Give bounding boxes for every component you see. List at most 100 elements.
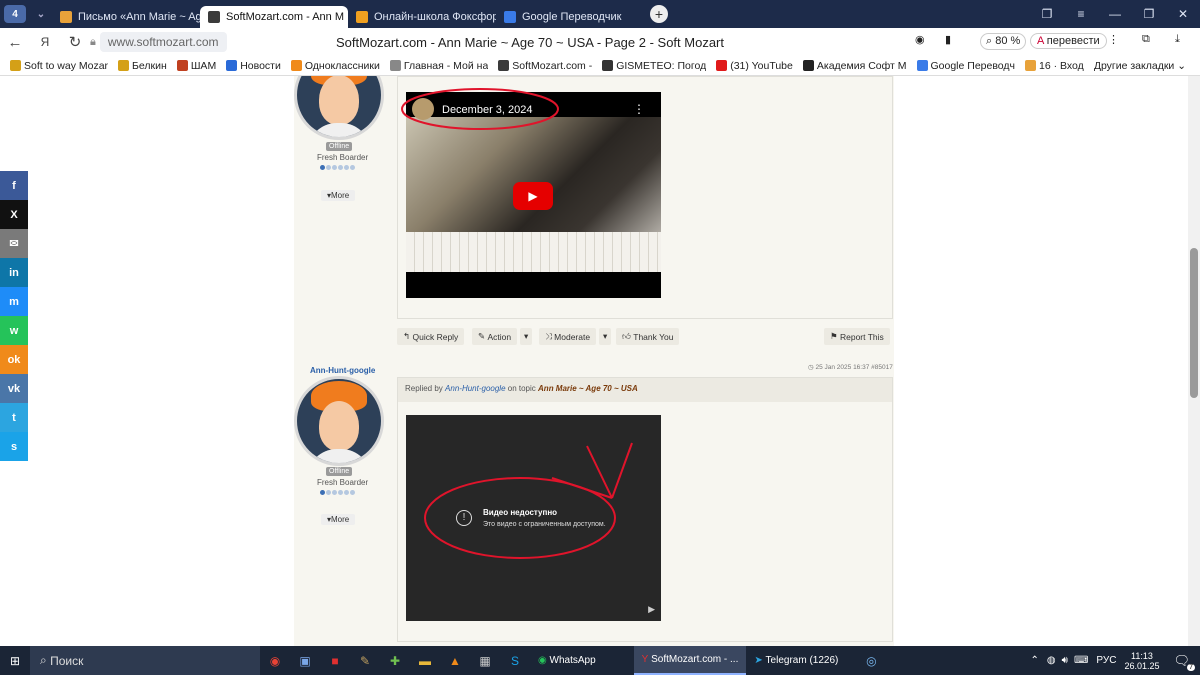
minimize-icon[interactable]: — bbox=[1098, 7, 1132, 21]
language-indicator[interactable]: РУС bbox=[1096, 655, 1116, 666]
network-icon[interactable]: ◍ bbox=[1047, 655, 1056, 666]
skype-icon[interactable]: S bbox=[500, 650, 530, 672]
bookmark-item[interactable]: Главная - Мой на bbox=[389, 60, 488, 72]
reply-author-link[interactable]: Ann-Hunt-google bbox=[445, 384, 505, 393]
zoom-indicator[interactable]: ⌕ 80 % bbox=[980, 33, 1027, 50]
moderate-dropdown-icon[interactable]: ▾ bbox=[599, 328, 612, 345]
sidebar-icon[interactable]: ⧉ bbox=[1142, 33, 1150, 46]
thank-you-button[interactable]: 👍︎ Thank You bbox=[616, 328, 680, 345]
bookmark-item[interactable]: ШАМ bbox=[176, 60, 216, 72]
other-bookmarks[interactable]: Другие закладки ⌄ bbox=[1094, 60, 1186, 72]
vlc-icon[interactable]: ▲ bbox=[440, 650, 470, 672]
more-label: More bbox=[331, 515, 350, 524]
post-author[interactable]: Ann-Hunt-google bbox=[310, 366, 375, 375]
clock[interactable]: 11:13 26.01.25 bbox=[1124, 651, 1159, 671]
app-tools-icon[interactable]: ✎ bbox=[350, 650, 380, 672]
quick-reply-label: Quick Reply bbox=[412, 331, 459, 342]
telegram-label: Telegram (1226) bbox=[765, 655, 839, 666]
tab-count-badge[interactable]: 4 bbox=[4, 5, 26, 23]
collections-icon[interactable]: ❐ bbox=[1030, 7, 1064, 21]
menu-icon[interactable]: ≡ bbox=[1064, 7, 1098, 21]
more-icon[interactable]: ⋮ bbox=[1108, 33, 1119, 46]
user-rank: Fresh Boarder bbox=[317, 153, 369, 162]
whatsapp-label: WhatsApp bbox=[549, 655, 596, 666]
bookmark-item[interactable]: 16 · Вход bbox=[1025, 60, 1084, 72]
facebook-icon[interactable]: f bbox=[0, 171, 28, 200]
youtube-icon[interactable]: ▶ bbox=[648, 604, 655, 615]
app-red-icon[interactable]: ■ bbox=[320, 650, 350, 672]
chrome-icon[interactable]: ◉ bbox=[260, 650, 290, 672]
volume-icon[interactable]: 🔊︎ bbox=[1062, 655, 1068, 666]
yandex-icon[interactable]: Я bbox=[30, 35, 60, 49]
bookmark-item[interactable]: Академия Софт М bbox=[802, 60, 907, 72]
save-icon[interactable]: ▣ bbox=[290, 650, 320, 672]
folder-icon[interactable]: ▬ bbox=[410, 650, 440, 672]
bookmark-item[interactable]: GISMETEO: Погод bbox=[602, 60, 706, 72]
bookmark-item[interactable]: Soft to way Mozar bbox=[10, 60, 108, 72]
more-button[interactable]: ▾More bbox=[321, 514, 356, 525]
vk-icon[interactable]: vk bbox=[0, 374, 28, 403]
tab-google-translate[interactable]: Google Переводчик bbox=[496, 6, 644, 28]
bookmark-item[interactable]: (31) YouTube bbox=[716, 60, 793, 72]
tab-foxford[interactable]: Онлайн-школа Фоксфорд bbox=[348, 6, 496, 28]
messenger-icon[interactable]: m bbox=[0, 287, 28, 316]
taskbar-search[interactable]: ⌕ Поиск bbox=[30, 646, 260, 675]
taskbar-browser[interactable]: Y SoftMozart.com - ... bbox=[633, 646, 747, 675]
window-close-icon[interactable]: ✕ bbox=[1166, 7, 1200, 21]
bookmark-item[interactable]: Белкин bbox=[118, 60, 167, 72]
translate-button[interactable]: A перевести bbox=[1030, 33, 1107, 49]
bookmark-label: 16 · Вход bbox=[1039, 59, 1084, 72]
new-tab-icon[interactable]: + bbox=[650, 5, 668, 23]
telegram-icon: ➤ bbox=[754, 655, 763, 666]
bookmark-item[interactable]: Google Переводч bbox=[916, 60, 1015, 72]
url-field[interactable]: www.softmozart.com bbox=[99, 32, 227, 52]
play-icon[interactable]: ▶ bbox=[513, 182, 553, 210]
search-label: Поиск bbox=[50, 653, 84, 668]
topic-link[interactable]: Ann Marie ~ Age 70 ~ USA bbox=[538, 384, 638, 393]
skype-icon[interactable]: s bbox=[0, 432, 28, 461]
bookmark-label: Одноклассники bbox=[304, 59, 380, 72]
taskbar-whatsapp[interactable]: ◉ WhatsApp bbox=[530, 646, 604, 675]
scrollbar-thumb[interactable] bbox=[1190, 248, 1198, 398]
x-icon[interactable]: X bbox=[0, 200, 28, 229]
taskbar-telegram[interactable]: ➤ Telegram (1226) bbox=[746, 646, 846, 675]
extension-icon[interactable]: ◉ bbox=[915, 33, 925, 46]
tab-list-chevron-icon[interactable]: ⌄ bbox=[30, 5, 52, 23]
quick-reply-button[interactable]: ↰ Quick Reply bbox=[397, 328, 465, 345]
more-button[interactable]: ▾More bbox=[321, 190, 356, 201]
windows-start-icon[interactable]: ⊞ bbox=[0, 650, 30, 672]
restore-icon[interactable]: ❐ bbox=[1132, 7, 1166, 21]
video-menu-icon[interactable]: ⋮ bbox=[633, 102, 645, 116]
tray-chevron-icon[interactable]: ⌃ bbox=[1031, 655, 1039, 666]
action-button[interactable]: ✎ Action bbox=[472, 328, 518, 345]
bookmark-item[interactable]: Новости bbox=[226, 60, 281, 72]
bookmark-label: Soft to way Mozar bbox=[24, 59, 109, 72]
download-icon[interactable]: ⤓ bbox=[1175, 33, 1180, 46]
calculator-icon[interactable]: ▦ bbox=[470, 650, 500, 672]
linkedin-icon[interactable]: in bbox=[0, 258, 28, 287]
status-badge: Offline bbox=[326, 142, 353, 151]
report-button[interactable]: ⚑ Report This bbox=[824, 328, 890, 345]
lock-icon[interactable]: 🔒︎ bbox=[90, 36, 96, 49]
bookmark-item[interactable]: SoftMozart.com - bbox=[498, 60, 592, 72]
odnoklassniki-icon[interactable]: ok bbox=[0, 345, 28, 374]
email-icon[interactable]: ✉ bbox=[0, 229, 28, 258]
bookmark-item[interactable]: Одноклассники bbox=[290, 59, 380, 72]
notifications-icon[interactable]: 🗨︎ 7 bbox=[1173, 653, 1195, 671]
telegram-icon[interactable]: t bbox=[0, 403, 28, 432]
scrollbar[interactable] bbox=[1188, 76, 1200, 646]
action-dropdown-icon[interactable]: ▾ bbox=[520, 328, 533, 345]
keyboard-icon[interactable]: ⌨ bbox=[1074, 655, 1088, 666]
tab-softmozart[interactable]: SoftMozart.com - Ann M ✕ bbox=[200, 6, 348, 28]
bookmark-icon[interactable]: ▮ bbox=[945, 33, 951, 46]
refresh-icon[interactable]: ↻ bbox=[60, 33, 90, 51]
app-circle-icon[interactable]: ◎ bbox=[856, 650, 886, 672]
moderate-button[interactable]: ⤨ Moderate bbox=[539, 328, 597, 345]
tab-mail[interactable]: Письмо «Ann Marie ~ Age bbox=[52, 6, 200, 28]
back-icon[interactable]: ← bbox=[0, 34, 30, 51]
avatar[interactable] bbox=[294, 376, 384, 466]
piano-keys bbox=[406, 232, 661, 272]
app-green-icon[interactable]: ✚ bbox=[380, 650, 410, 672]
whatsapp-icon[interactable]: w bbox=[0, 316, 28, 345]
clock-date: 26.01.25 bbox=[1124, 660, 1160, 671]
